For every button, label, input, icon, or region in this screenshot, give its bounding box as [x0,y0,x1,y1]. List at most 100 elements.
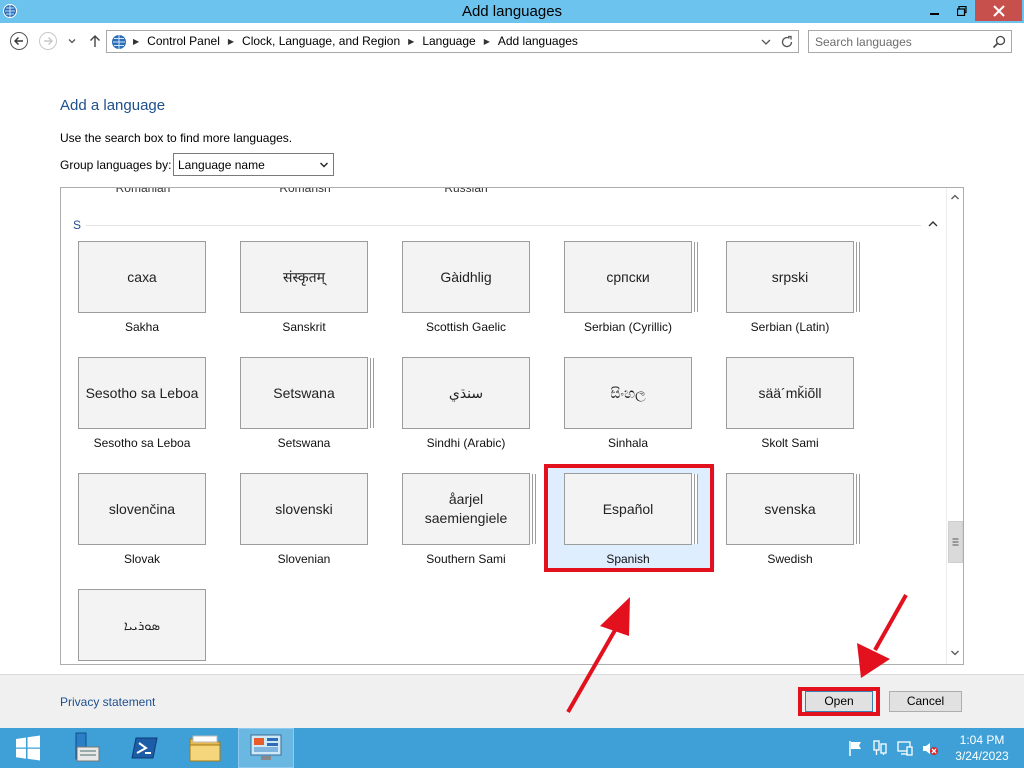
list-item[interactable]: Romansh [241,188,369,195]
language-tile[interactable]: slovenčina Slovak [61,473,229,581]
language-native-name: Setswana [240,357,368,429]
vertical-scrollbar[interactable] [946,188,963,664]
language-tile[interactable]: ܣܘܪܝܝܐ [61,589,229,664]
volume-muted-icon[interactable] [921,739,939,757]
grip-icon [952,538,959,546]
list-item[interactable]: Russian [402,188,530,195]
taskbar-powershell[interactable] [117,728,173,768]
language-name: Sakha [124,320,160,334]
language-native-name: سنڌي [402,357,530,429]
cancel-button[interactable]: Cancel [889,691,962,712]
privacy-statement-link[interactable]: Privacy statement [60,695,155,709]
back-arrow-icon [10,32,28,50]
recent-locations-button[interactable] [62,31,82,51]
language-tile[interactable]: svenska Swedish [709,473,877,581]
breadcrumb: ▶ Control Panel ▶ Clock, Language, and R… [133,34,578,48]
breadcrumb-language[interactable]: Language [422,34,475,48]
control-panel-icon [250,734,282,760]
language-tile[interactable]: sää´mǩiõll Skolt Sami [709,357,877,465]
scroll-down-icon[interactable] [949,647,961,659]
restore-button[interactable] [949,0,975,21]
control-panel-icon [112,35,126,49]
language-native-name: svenska [726,473,854,545]
search-input[interactable] [815,34,985,49]
group-by-label: Group languages by: [60,158,172,172]
language-native-name: sää´mǩiõll [726,357,854,429]
address-dropdown-icon[interactable] [759,35,773,49]
clock-date: 3/24/2023 [955,749,1009,763]
forward-button[interactable] [38,31,58,51]
open-highlight-box [798,687,880,716]
language-name: Slovenian [277,552,331,566]
language-native-name: åarjel saemiengiele [402,473,530,545]
search-box[interactable] [808,30,1012,53]
breadcrumb-control-panel[interactable]: Control Panel [147,34,220,48]
language-tile[interactable]: संस्कृतम् Sanskrit [223,241,391,349]
breadcrumb-clock-language-region[interactable]: Clock, Language, and Region [242,34,400,48]
chevron-up-icon[interactable] [927,218,939,230]
taskbar-server-manager[interactable] [56,728,112,768]
search-hint: Use the search box to find more language… [60,131,293,145]
language-name: Southern Sami [426,552,506,566]
language-name: Serbian (Latin) [750,320,830,334]
language-tile[interactable]: සිංහල Sinhala [547,357,715,465]
windows-start-icon [16,735,40,761]
back-button[interactable] [9,31,29,51]
start-button[interactable] [0,728,56,768]
minimize-button[interactable] [922,0,948,21]
language-list: Romanian Romansh Russian S саха Sakha सं… [60,187,964,665]
up-button[interactable] [85,31,105,51]
language-tile[interactable]: Gàidhlig Scottish Gaelic [385,241,553,349]
restore-icon [957,5,967,16]
language-name: Swedish [767,552,813,566]
clock-time: 1:04 PM [959,733,1005,747]
address-bar[interactable]: ▶ Control Panel ▶ Clock, Language, and R… [106,30,799,53]
chevron-down-icon [320,162,328,168]
taskbar-control-panel[interactable] [238,728,294,768]
refresh-icon[interactable] [779,34,795,50]
network-icon[interactable] [871,739,889,757]
breadcrumb-separator-icon: ▶ [408,36,415,46]
group-by-select[interactable]: Language name [173,153,334,176]
search-icon[interactable] [992,35,1006,49]
window-title: Add languages [461,3,563,20]
server-manager-icon [75,732,100,762]
language-tile[interactable]: српски Serbian (Cyrillic) [547,241,715,349]
taskbar-clock[interactable]: 1:04 PM 3/24/2023 [948,732,1016,764]
list-item[interactable]: Romanian [79,188,207,195]
language-tile[interactable]: srpski Serbian (Latin) [709,241,877,349]
up-arrow-icon [90,35,100,47]
breadcrumb-separator-icon: ▶ [483,36,490,46]
taskbar: 1:04 PM 3/24/2023 [0,728,1024,768]
close-button[interactable] [975,0,1022,21]
spanish-highlight-box [544,464,714,572]
language-native-name: ܣܘܪܝܝܐ [78,589,206,661]
breadcrumb-add-languages[interactable]: Add languages [498,34,578,48]
taskbar-file-explorer[interactable] [177,728,233,768]
language-name: Scottish Gaelic [425,320,507,334]
language-tile[interactable]: Setswana Setswana [223,357,391,465]
devices-icon[interactable] [896,739,914,757]
scrollbar-thumb[interactable] [948,521,963,563]
language-name: Sanskrit [282,320,326,334]
language-tile[interactable]: åarjel saemiengiele Southern Sami [385,473,553,581]
language-tile[interactable]: саха Sakha [61,241,229,349]
language-tile[interactable]: سنڌي Sindhi (Arabic) [385,357,553,465]
language-name: Serbian (Cyrillic) [583,320,672,334]
language-tile[interactable]: slovenski Slovenian [223,473,391,581]
breadcrumb-separator-icon: ▶ [227,36,235,46]
language-native-name: Sesotho sa Leboa [78,357,206,429]
scroll-up-icon[interactable] [949,191,961,203]
forward-arrow-icon [39,32,57,50]
language-native-name: srpski [726,241,854,313]
language-name: Slovak [123,552,161,566]
system-tray [846,739,939,757]
language-native-name: සිංහල [564,357,692,429]
group-by-value: Language name [178,158,265,172]
section-header-s: S [73,218,82,232]
language-tile[interactable]: Sesotho sa Leboa Sesotho sa Leboa [61,357,229,465]
close-icon [992,4,1005,17]
file-explorer-icon [189,735,221,762]
language-native-name: slovenčina [78,473,206,545]
flag-icon[interactable] [846,739,864,757]
